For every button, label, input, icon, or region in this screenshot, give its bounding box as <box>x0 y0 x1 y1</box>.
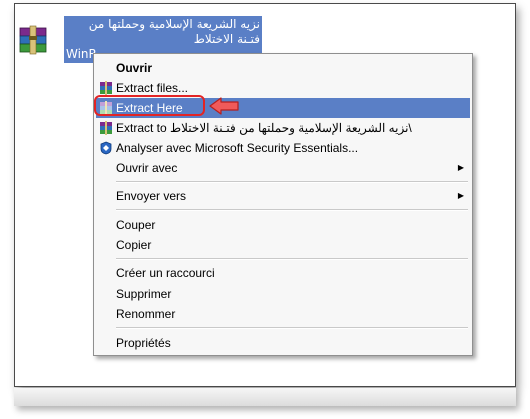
bottom-taskbar-strip <box>14 388 516 406</box>
menu-separator <box>116 327 468 329</box>
menu-item-ouvrir[interactable]: Ouvrir <box>96 58 470 78</box>
menu-item-renommer[interactable]: Renommer <box>96 304 470 324</box>
menu-separator <box>116 181 468 183</box>
menu-item-label: Ouvrir <box>116 61 153 75</box>
submenu-arrow-icon: ▶ <box>457 191 464 200</box>
menu-item-label: Extract to نزيه الشريعة الإسلامية وحملته… <box>116 121 412 135</box>
highlight-callout-box <box>94 95 205 116</box>
menu-item-label: Ouvrir avec <box>116 161 178 175</box>
menu-item-couper[interactable]: Couper <box>96 215 470 235</box>
red-arrow-icon <box>209 97 239 115</box>
menu-item-envoyer-vers[interactable]: Envoyer vers ▶ <box>96 186 470 206</box>
menu-item-supprimer[interactable]: Supprimer <box>96 284 470 304</box>
winrar-archive-icon[interactable] <box>16 22 56 60</box>
winrar-icon <box>100 121 112 135</box>
menu-item-label: Analyser avec Microsoft Security Essenti… <box>116 141 359 155</box>
menu-item-label: Propriétés <box>116 336 171 350</box>
file-name-text: نزيه الشريعة الإسلامية وحملتها من فتـنة … <box>88 17 260 46</box>
menu-item-ouvrir-avec[interactable]: Ouvrir avec ▶ <box>96 158 470 178</box>
menu-separator <box>116 209 468 211</box>
submenu-arrow-icon: ▶ <box>457 163 464 172</box>
menu-item-label: Copier <box>116 238 152 252</box>
menu-item-label: Envoyer vers <box>116 189 187 203</box>
menu-item-label: Extract files... <box>116 81 189 95</box>
mse-shield-icon <box>100 141 112 155</box>
menu-item-copier[interactable]: Copier <box>96 235 470 255</box>
menu-item-extract-to[interactable]: Extract to نزيه الشريعة الإسلامية وحملته… <box>96 118 470 138</box>
menu-item-analyser-mse[interactable]: Analyser avec Microsoft Security Essenti… <box>96 138 470 158</box>
menu-separator <box>116 258 468 260</box>
winrar-icon <box>100 81 112 95</box>
menu-item-label: Créer un raccourci <box>116 266 215 280</box>
menu-item-label: Supprimer <box>116 287 172 301</box>
menu-item-label: Couper <box>116 218 156 232</box>
menu-item-creer-raccourci[interactable]: Créer un raccourci <box>96 263 470 283</box>
menu-item-label: Renommer <box>116 307 176 321</box>
menu-item-proprietes[interactable]: Propriétés <box>96 333 470 353</box>
